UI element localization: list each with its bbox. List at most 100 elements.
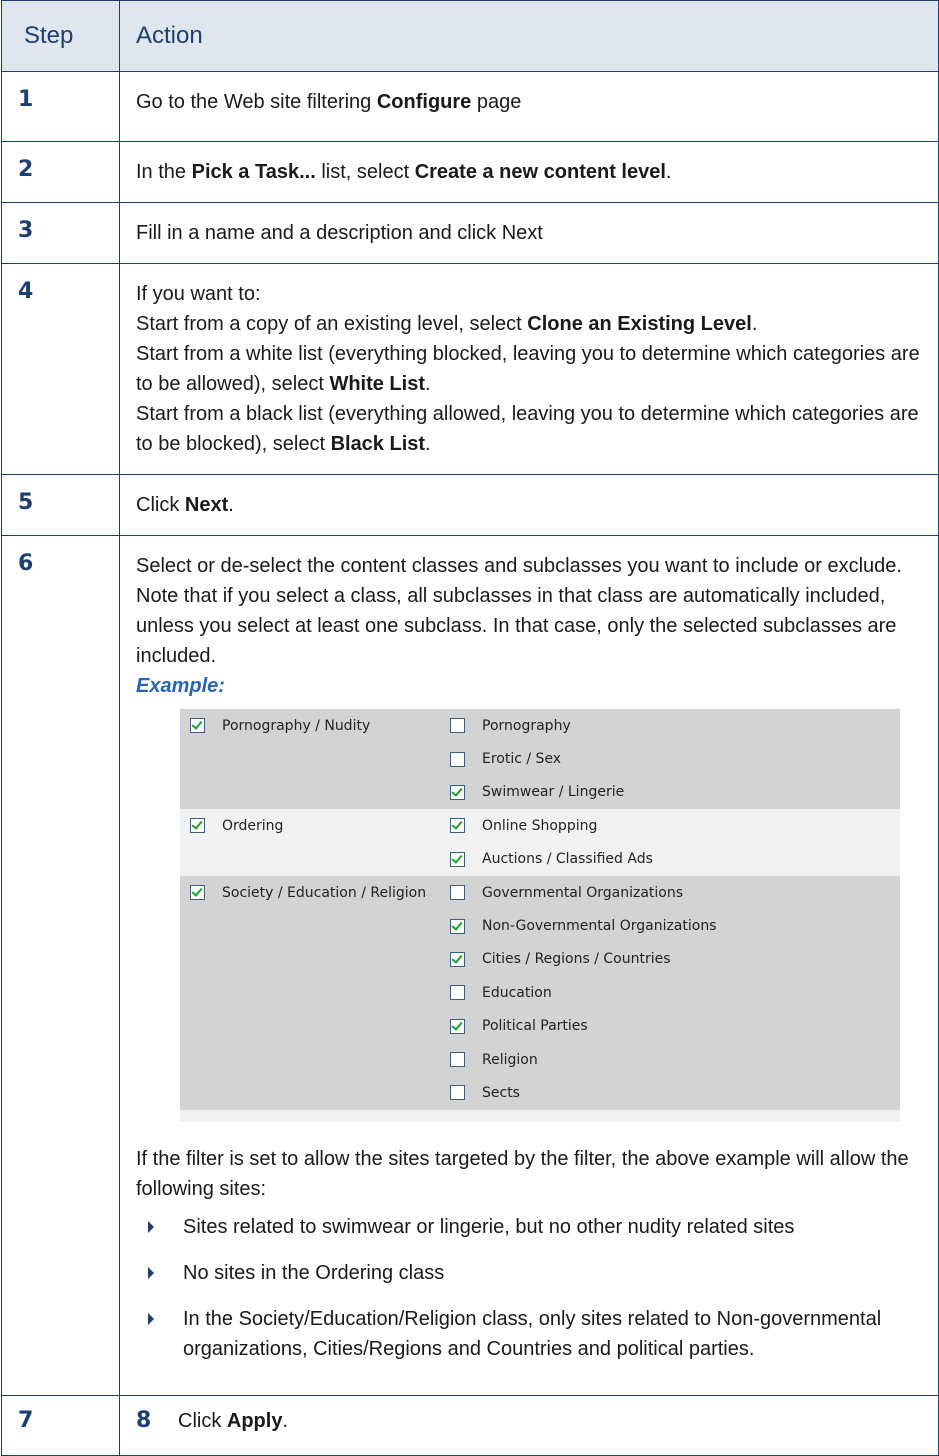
ui-term: White List [329, 373, 425, 395]
text: . [751, 313, 758, 335]
step-number: 1 [1, 71, 120, 142]
table-row-step-2: 2 In the Pick a Task... list, select Cre… [1, 141, 939, 203]
list-item-text: In the Society/Education/Religion class,… [183, 1307, 882, 1360]
subclass-label: Governmental Organizations [482, 884, 684, 901]
subclass-row[interactable]: Auctions / Classified Ads [450, 843, 900, 876]
table-row-step-1: 1 Go to the Web site filtering Configure… [1, 71, 939, 142]
subclass-checkbox[interactable] [450, 751, 465, 767]
step-number: 7 [1, 1394, 120, 1456]
subclass-checkbox[interactable] [450, 851, 465, 867]
list-item-text: Sites related to swimwear or lingerie, b… [183, 1215, 795, 1238]
list-item-text: No sites in the Ordering class [183, 1261, 445, 1284]
text: . [228, 494, 234, 516]
text: . [282, 1409, 289, 1432]
subclass-checkbox[interactable] [450, 1018, 465, 1034]
subclass-checkbox[interactable] [450, 918, 465, 934]
subclass-label: Cities / Regions / Countries [482, 951, 671, 968]
class-checkbox[interactable] [190, 818, 205, 834]
subclass-row[interactable]: Governmental Organizations [450, 876, 900, 909]
paragraph: Note that if you select a class, all sub… [136, 585, 897, 667]
subclass-list: Governmental Organizations Non-Government… [450, 876, 900, 1110]
text: list, select [315, 161, 415, 183]
subclass-label: Religion [482, 1051, 538, 1068]
ui-term: Pick a Task... [191, 161, 316, 183]
panel-footer [180, 1109, 900, 1122]
step-intro: If you want to: [136, 283, 261, 305]
subclass-checkbox[interactable] [450, 1085, 465, 1101]
inner-step-number: 8 [136, 1407, 152, 1433]
subclass-row[interactable]: Education [450, 976, 900, 1009]
category-class: Ordering [180, 809, 450, 876]
step-action: Fill in a name and a description and cli… [119, 202, 939, 264]
header-action: Action [119, 0, 939, 72]
subclass-row[interactable]: Online Shopping [450, 809, 900, 842]
subclass-row[interactable]: Cities / Regions / Countries [450, 943, 900, 976]
text: Start from a black list (everything allo… [136, 403, 919, 455]
step-number: 4 [1, 263, 120, 475]
option-clone: Start from a copy of an existing level, … [136, 309, 928, 339]
class-row[interactable]: Ordering [190, 809, 283, 842]
ui-term: Next [184, 494, 229, 516]
subclass-row[interactable]: Sects [450, 1076, 900, 1109]
step-action: Go to the Web site filtering Configure p… [119, 71, 939, 142]
subclass-label: Auctions / Classified Ads [482, 851, 653, 868]
subclass-row[interactable]: Religion [450, 1043, 900, 1076]
example-label: Example: [136, 675, 225, 697]
table-row-step-4: 4 If you want to: Start from a copy of a… [1, 263, 939, 475]
subclass-checkbox[interactable] [450, 885, 465, 901]
text: In the [136, 161, 192, 183]
subclass-list: Pornography Erotic / Sex Swimwear / Linger… [450, 709, 900, 809]
step-action: 8 Click Apply. [119, 1394, 939, 1456]
subclass-checkbox[interactable] [450, 1052, 465, 1068]
subclass-row[interactable]: Erotic / Sex [450, 742, 900, 775]
class-label: Society / Education / Religion [222, 884, 427, 901]
paragraph: Select or de-select the content classes … [136, 555, 902, 577]
class-row[interactable]: Society / Education / Religion [190, 876, 426, 909]
steps-table: Step Action 1 Go to the Web site filteri… [1, 0, 939, 1456]
class-row[interactable]: Pornography / Nudity [190, 709, 370, 742]
bullet-arrow-icon [148, 1220, 154, 1233]
subclass-row[interactable]: Swimwear / Lingerie [450, 776, 900, 809]
subclass-row[interactable]: Political Parties [450, 1010, 900, 1043]
table-header: Step Action [1, 0, 939, 72]
step-number: 3 [1, 202, 120, 264]
subclass-checkbox[interactable] [450, 818, 465, 834]
text: Click [136, 494, 185, 516]
class-label: Ordering [222, 817, 284, 834]
option-white-list: Start from a white list (everything bloc… [136, 339, 928, 399]
text: . [424, 373, 431, 395]
subclass-checkbox[interactable] [450, 951, 465, 967]
step-number: 2 [1, 141, 120, 203]
step-action: Select or de-select the content classes … [119, 535, 939, 1396]
text: Start from a copy of an existing level, … [136, 313, 528, 335]
subclass-checkbox[interactable] [450, 718, 465, 734]
class-checkbox[interactable] [190, 885, 205, 901]
subclass-label: Political Parties [482, 1018, 588, 1035]
subclass-checkbox[interactable] [450, 985, 465, 1001]
result-list: Sites related to swimwear or lingerie, b… [136, 1212, 928, 1364]
subclass-label: Erotic / Sex [482, 751, 562, 768]
text: Click [178, 1409, 227, 1432]
text: Start from a white list (everything bloc… [136, 343, 920, 395]
ui-term: Clone an Existing Level [527, 313, 752, 335]
subclass-label: Swimwear / Lingerie [482, 784, 625, 801]
text: . [425, 433, 431, 455]
table-row-step-5: 5 Click Next. [1, 474, 939, 536]
subclass-label: Pornography [482, 717, 571, 734]
text: . [665, 161, 672, 183]
category-class: Pornography / Nudity [180, 709, 450, 809]
subclass-row[interactable]: Pornography [450, 709, 900, 742]
subclass-row[interactable]: Non-Governmental Organizations [450, 909, 900, 942]
class-checkbox[interactable] [190, 718, 205, 734]
category-group: Society / Education / Religion Government… [180, 875, 900, 1110]
text: Go to the Web site filtering [136, 91, 377, 113]
text: page [471, 91, 522, 113]
subclass-label: Sects [482, 1084, 520, 1101]
step-number: 6 [1, 535, 120, 1396]
class-label: Pornography / Nudity [222, 717, 371, 734]
subclass-list: Online Shopping Auctions / Classified Ads [450, 809, 900, 876]
step-number: 5 [1, 474, 120, 536]
category-group: Ordering Online Shopping Auctions / Classi… [180, 809, 900, 876]
subclass-checkbox[interactable] [450, 784, 465, 800]
ui-term: Create a new content level [414, 161, 666, 183]
